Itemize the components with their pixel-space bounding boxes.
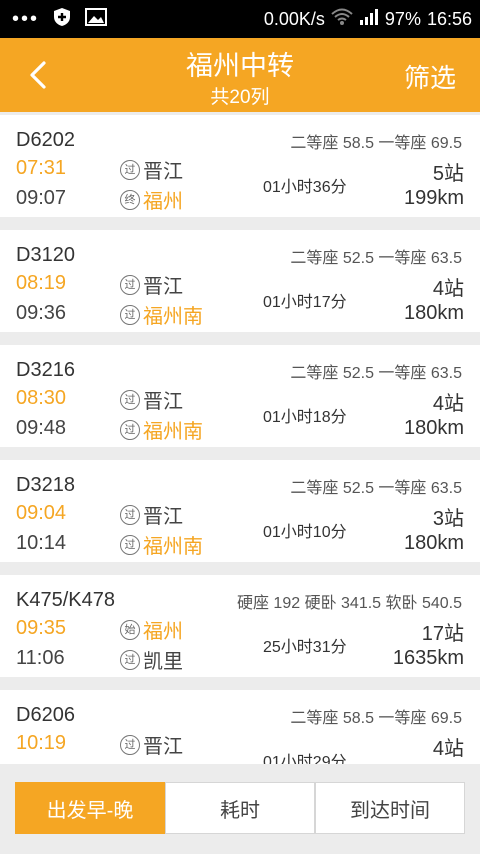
- travel-duration: 01小时17分: [263, 294, 347, 311]
- filter-button[interactable]: 筛选: [404, 58, 456, 95]
- gallery-icon: [85, 7, 108, 31]
- departure-time: 10:19: [16, 732, 67, 754]
- train-code: D3216: [16, 359, 75, 381]
- station-type-badge: 过: [120, 504, 140, 525]
- travel-duration: 25小时31分: [263, 639, 347, 656]
- train-code: D6202: [16, 129, 75, 151]
- from-station-name: 晋江: [143, 391, 183, 413]
- tab-duration[interactable]: 耗时: [165, 782, 315, 834]
- train-card[interactable]: D6202 二等座 58.5 一等座 69.5 07:31 09:07 过晋江终福州 01…: [0, 115, 480, 217]
- to-station: 终福州: [120, 185, 183, 214]
- train-code: D6206: [16, 704, 75, 726]
- from-station: 始福州: [120, 615, 183, 644]
- train-card[interactable]: D3120 二等座 52.5 一等座 63.5 08:19 09:36 过晋江过福州南 0…: [0, 230, 480, 332]
- battery-level: 97%: [384, 8, 421, 29]
- arrival-time: 09:36: [16, 302, 67, 324]
- train-list: D6202 二等座 58.5 一等座 69.5 07:31 09:07 过晋江终福州 01…: [0, 112, 480, 764]
- arrival-time: 09:07: [16, 187, 67, 209]
- network-speed: 0.00K/s: [263, 8, 325, 29]
- arrival-time: 09:48: [16, 417, 67, 439]
- departure-time: 09:35: [16, 617, 67, 639]
- station-type-badge: 过: [120, 419, 140, 440]
- arrival-time: 11:06: [16, 647, 65, 669]
- train-code: D3218: [16, 474, 75, 496]
- stop-count: 3站: [432, 508, 464, 530]
- stop-count: 4站: [432, 278, 464, 300]
- train-card[interactable]: D3218 二等座 52.5 一等座 63.5 09:04 10:14 过晋江过福州南 0…: [0, 460, 480, 562]
- arrival-time: 10:14: [16, 532, 67, 554]
- train-code: K475/K478: [16, 589, 115, 611]
- distance: 1635km: [392, 647, 464, 669]
- more-dots-icon: •••: [12, 7, 40, 30]
- station-type-badge: 过: [120, 534, 140, 555]
- seat-prices: 二等座 52.5 一等座 63.5: [290, 480, 462, 497]
- station-type-badge: 始: [120, 619, 140, 640]
- to-station-name: 福州南: [143, 536, 203, 558]
- distance: 180km: [403, 302, 464, 324]
- from-station-name: 福州: [143, 621, 183, 643]
- departure-time: 07:31: [16, 157, 67, 179]
- stop-count: 17站: [421, 623, 464, 645]
- train-card[interactable]: D3216 二等座 52.5 一等座 63.5 08:30 09:48 过晋江过福州南 0…: [0, 345, 480, 447]
- to-station-name: 福州南: [143, 306, 203, 328]
- tab-departure[interactable]: 出发早-晚: [15, 782, 165, 834]
- seat-prices: 硬座 192 硬卧 341.5 软卧 540.5: [236, 595, 462, 612]
- from-station: 过晋江: [120, 730, 183, 759]
- seat-prices: 二等座 52.5 一等座 63.5: [290, 250, 462, 267]
- stop-count: 4站: [432, 393, 464, 415]
- travel-duration: 01小时29分: [263, 754, 347, 764]
- seat-prices: 二等座 52.5 一等座 63.5: [290, 365, 462, 382]
- travel-duration: 01小时36分: [263, 179, 347, 196]
- from-station-name: 晋江: [143, 161, 183, 183]
- tab-arrival[interactable]: 到达时间: [315, 782, 465, 834]
- train-card[interactable]: D6206 二等座 58.5 一等座 69.5 10:19 过晋江 01小时29分 4站: [0, 690, 480, 764]
- travel-duration: 01小时18分: [263, 409, 347, 426]
- travel-duration: 01小时10分: [263, 524, 347, 541]
- seat-prices: 二等座 58.5 一等座 69.5: [290, 135, 462, 152]
- to-station: 过凯里: [120, 645, 183, 674]
- from-station: 过晋江: [120, 155, 183, 184]
- sort-tabs: 出发早-晚 耗时 到达时间: [15, 782, 465, 834]
- departure-time: 08:30: [16, 387, 67, 409]
- to-station: 过福州南: [120, 300, 203, 329]
- from-station-name: 晋江: [143, 506, 183, 528]
- from-station: 过晋江: [120, 270, 183, 299]
- distance: 180km: [403, 417, 464, 439]
- seat-prices: 二等座 58.5 一等座 69.5: [290, 710, 462, 727]
- from-station-name: 晋江: [143, 276, 183, 298]
- shield-icon: [53, 7, 71, 32]
- station-type-badge: 过: [120, 734, 140, 755]
- to-station-name: 福州南: [143, 421, 203, 443]
- departure-time: 08:19: [16, 272, 67, 294]
- to-station-name: 凯里: [143, 651, 183, 673]
- departure-time: 09:04: [16, 502, 67, 524]
- station-type-badge: 过: [120, 159, 140, 180]
- stop-count: 5站: [432, 163, 464, 185]
- station-type-badge: 过: [120, 389, 140, 410]
- distance: 199km: [403, 187, 464, 209]
- wifi-icon: [331, 8, 353, 31]
- station-type-badge: 终: [120, 189, 140, 210]
- to-station: 过福州南: [120, 530, 203, 559]
- station-type-badge: 过: [120, 274, 140, 295]
- to-station: 过福州南: [120, 415, 203, 444]
- header-bar: 福州中转 共20列 筛选: [0, 38, 480, 112]
- status-bar: ••• 0.00K/s 97% 16:56: [0, 0, 480, 38]
- train-card[interactable]: K475/K478 硬座 192 硬卧 341.5 软卧 540.5 09:35 11…: [0, 575, 480, 677]
- station-type-badge: 过: [120, 304, 140, 325]
- clock: 16:56: [426, 8, 472, 29]
- stop-count: 4站: [432, 738, 464, 760]
- distance: 180km: [403, 532, 464, 554]
- signal-icon: [359, 8, 379, 31]
- from-station: 过晋江: [120, 385, 183, 414]
- station-type-badge: 过: [120, 649, 140, 670]
- from-station-name: 晋江: [143, 736, 183, 758]
- train-code: D3120: [16, 244, 75, 266]
- to-station-name: 福州: [143, 191, 183, 213]
- from-station: 过晋江: [120, 500, 183, 529]
